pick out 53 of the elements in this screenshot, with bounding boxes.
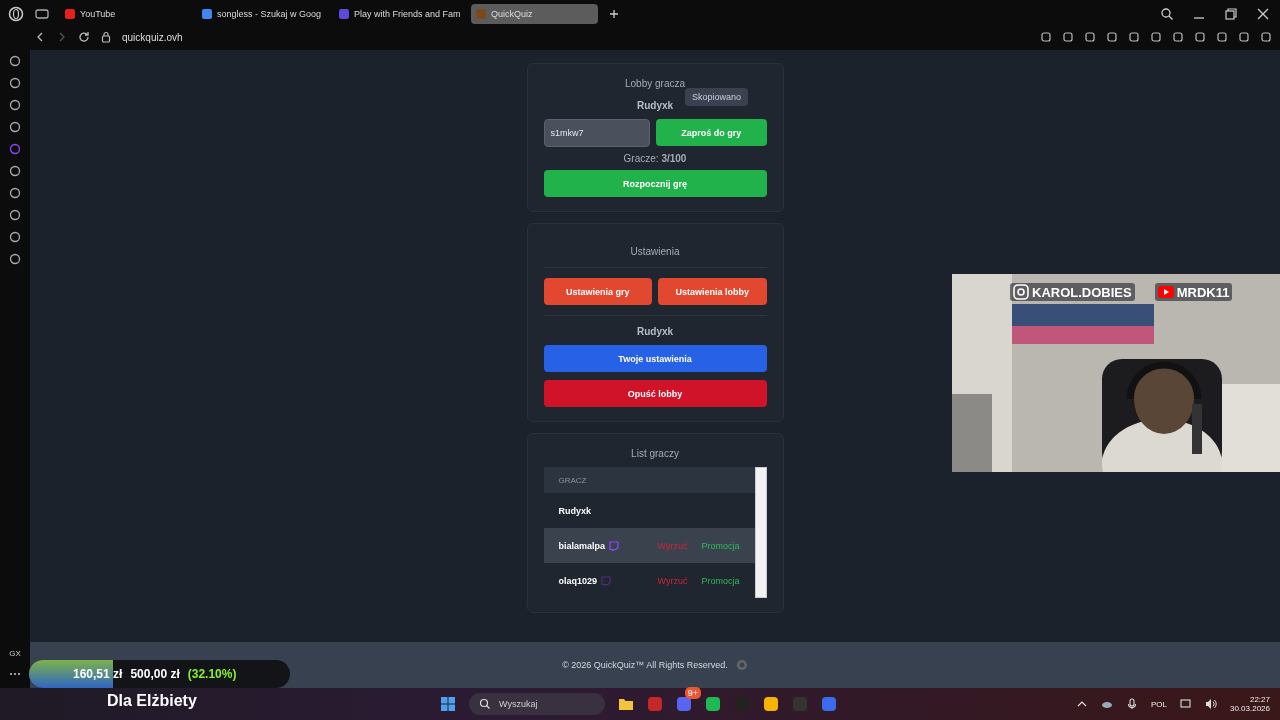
notification-badge: 9+: [684, 687, 701, 699]
copyright-text: © 2026 QuickQuiz™ All Rights Reserved.: [562, 660, 728, 670]
youtube-handle: MRDK11: [1176, 284, 1230, 300]
microphone-icon[interactable]: [1125, 698, 1138, 710]
address-field[interactable]: quickquiz.ovh: [122, 31, 183, 43]
donation-percent: (32.10%): [187, 667, 237, 681]
browser-tab[interactable]: songless - Szukaj w Goog: [197, 4, 324, 24]
dedication-text: Dla Elżbiety: [107, 692, 197, 710]
close-icon[interactable]: [1256, 7, 1270, 21]
game-settings-button[interactable]: Ustawienia gry: [543, 278, 652, 305]
browser-tab[interactable]: YouTube: [60, 4, 187, 24]
instagram-icon: [1013, 284, 1029, 300]
folder-icon[interactable]: [618, 696, 634, 712]
lobby-code-field[interactable]: s1mkw7: [543, 119, 650, 147]
copied-tooltip: Skopiowano: [684, 88, 748, 106]
promote-link[interactable]: Promocja: [701, 540, 740, 551]
owner-name: Rudyxk: [636, 100, 674, 111]
restore-icon[interactable]: [1224, 7, 1238, 21]
language-indicator[interactable]: POL: [1150, 699, 1167, 709]
player-count: Gracze: 3/100: [623, 153, 687, 164]
reload-icon[interactable]: [78, 31, 90, 43]
promote-link[interactable]: Promocja: [701, 575, 740, 586]
card-title: List graczy: [631, 448, 679, 459]
card-title: Lobby gracza: [624, 78, 685, 89]
user-name: Rudyxk: [636, 326, 674, 337]
leave-lobby-button[interactable]: Opuść lobby: [543, 380, 767, 407]
search-icon: [479, 698, 491, 710]
search-icon[interactable]: [1160, 7, 1174, 21]
instagram-handle: KAROL.DOBIES: [1032, 284, 1132, 300]
donation-amount: 160,51 zł: [73, 667, 123, 681]
player-name: olaq1029: [558, 575, 598, 586]
your-settings-button[interactable]: Twoje ustawienia: [543, 345, 767, 372]
lobby-settings-button[interactable]: Ustawienia lobby: [658, 278, 767, 305]
card-title: Ustawienia: [630, 246, 680, 257]
browser-tab[interactable]: QuickQuiz: [471, 4, 598, 24]
scrollbar[interactable]: [754, 467, 767, 598]
browser-logo-icon[interactable]: [8, 6, 24, 22]
player-row[interactable]: Rudyxk: [543, 493, 755, 528]
clock-time[interactable]: 22:27: [1249, 695, 1270, 704]
browser-tab[interactable]: Play with Friends and Fam: [334, 4, 461, 24]
lock-icon: [100, 31, 112, 43]
player-name: Rudyxk: [558, 505, 591, 516]
player-row[interactable]: bialamalpa Wyrzuć Promocja: [543, 528, 755, 563]
column-header: GRACZ: [543, 467, 755, 493]
volume-icon[interactable]: [1204, 698, 1217, 710]
taskbar-search-field[interactable]: Wyszukaj: [469, 693, 605, 715]
player-row[interactable]: olaq1029 Wyrzuć Promocja: [543, 563, 755, 598]
new-tab-icon[interactable]: [608, 8, 620, 20]
clock-date[interactable]: 30.03.2026: [1229, 704, 1270, 713]
player-name: bialamalpa: [558, 540, 606, 551]
sidebar-label: GX: [9, 649, 21, 658]
donation-goal: 500,00 zł: [130, 667, 180, 681]
windows-start-icon[interactable]: [440, 696, 456, 712]
